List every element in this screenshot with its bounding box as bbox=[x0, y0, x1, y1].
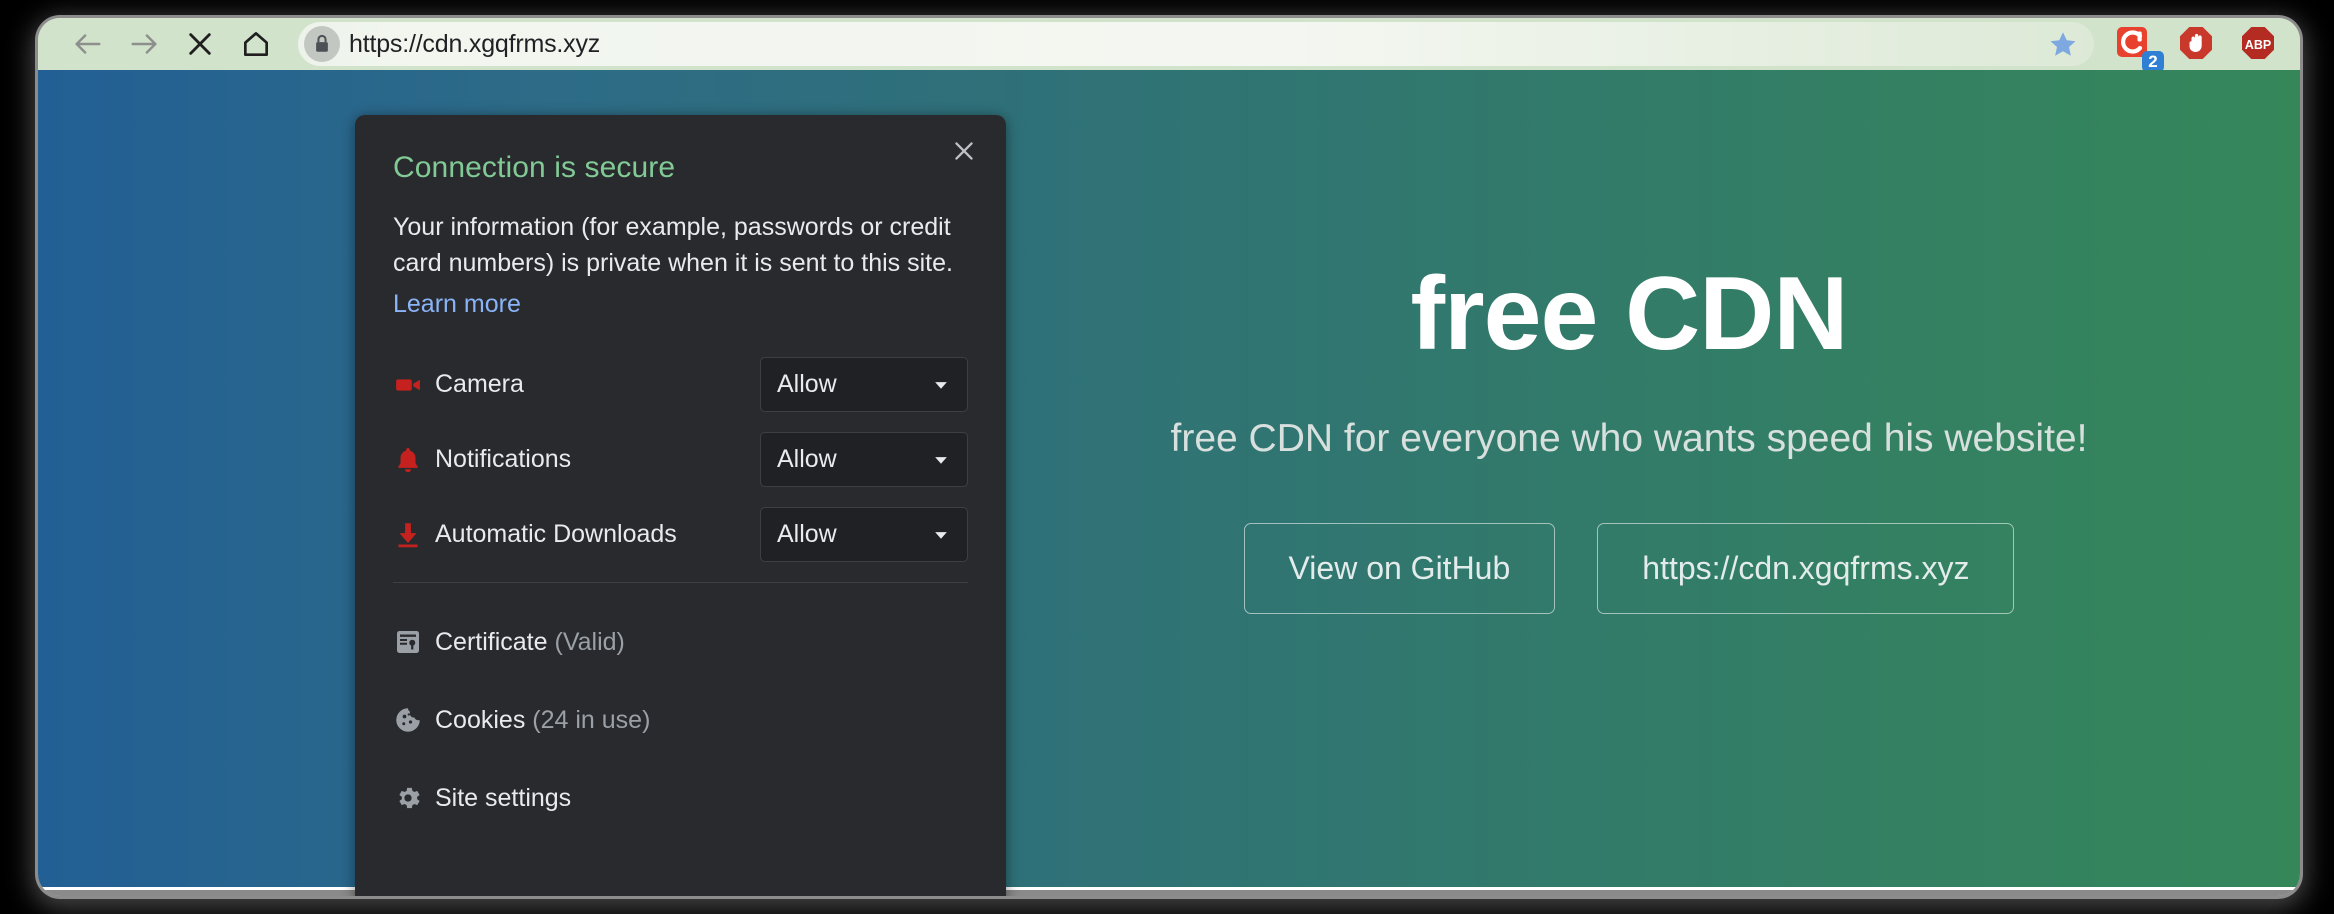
permission-value: Allow bbox=[777, 370, 837, 398]
view-on-github-button[interactable]: View on GitHub bbox=[1243, 523, 1556, 615]
permission-row-automatic-downloads: Automatic Downloads Allow bbox=[393, 507, 968, 562]
camera-icon bbox=[396, 378, 420, 391]
certificate-label-text: Certificate bbox=[435, 627, 548, 656]
certificate-icon-wrap bbox=[393, 627, 435, 657]
lock-icon bbox=[316, 34, 328, 52]
download-icon bbox=[398, 522, 418, 547]
adblock-plus-icon: ABP bbox=[2242, 27, 2274, 59]
screenshot-root: https://cdn.xgqfrms.xyz 2 ABP free CDN f… bbox=[0, 0, 2334, 914]
camera-icon-wrap bbox=[393, 370, 435, 400]
cookies-label-text: Cookies bbox=[435, 705, 526, 734]
permission-value: Allow bbox=[777, 445, 837, 473]
permission-label: Notifications bbox=[435, 445, 572, 473]
url-text: https://cdn.xgqfrms.xyz bbox=[349, 29, 601, 58]
bookmark-star-button[interactable] bbox=[2048, 29, 2078, 59]
gear-icon bbox=[399, 787, 420, 809]
ublock-origin-button[interactable] bbox=[2176, 24, 2216, 64]
arrow-right-icon bbox=[131, 34, 157, 54]
bell-icon-wrap bbox=[393, 445, 435, 475]
cookie-icon-wrap bbox=[393, 705, 435, 735]
cookie-icon bbox=[396, 708, 420, 732]
popup-close-button[interactable] bbox=[942, 129, 986, 173]
permission-select-camera[interactable]: Allow bbox=[760, 357, 968, 412]
popup-description: Your information (for example, passwords… bbox=[393, 213, 953, 277]
close-x-icon bbox=[189, 33, 211, 55]
cookies-row[interactable]: Cookies (24 in use) bbox=[393, 681, 968, 759]
extension-badge-count: 2 bbox=[2142, 51, 2164, 72]
bell-icon bbox=[398, 447, 418, 472]
certificate-row[interactable]: Certificate (Valid) bbox=[393, 603, 968, 681]
permission-select-automatic-downloads[interactable]: Allow bbox=[760, 507, 968, 562]
cookies-label: Cookies (24 in use) bbox=[435, 706, 650, 735]
popup-actions: Certificate (Valid) Cookies (24 in use) … bbox=[355, 583, 1006, 837]
stop-loading-button[interactable] bbox=[172, 18, 228, 70]
browser-window: https://cdn.xgqfrms.xyz 2 ABP free CDN f… bbox=[38, 18, 2300, 896]
arrow-left-icon bbox=[75, 34, 101, 54]
site-settings-row[interactable]: Site settings bbox=[393, 759, 968, 837]
permission-label: Camera bbox=[435, 370, 524, 398]
browser-toolbar: https://cdn.xgqfrms.xyz 2 ABP bbox=[38, 18, 2300, 72]
navigation-buttons bbox=[38, 18, 284, 70]
close-icon bbox=[955, 142, 973, 160]
site-info-button[interactable] bbox=[304, 26, 340, 62]
home-icon bbox=[244, 32, 268, 56]
gear-icon-wrap bbox=[393, 783, 435, 813]
extensions-area: 2 ABP bbox=[2114, 24, 2300, 72]
site-settings-label: Site settings bbox=[435, 783, 572, 812]
svg-text:ABP: ABP bbox=[2245, 38, 2271, 52]
certificate-status: (Valid) bbox=[554, 627, 625, 656]
permissions-list: Camera Allow Notifications Allow Automat… bbox=[393, 357, 968, 562]
back-button[interactable] bbox=[60, 18, 116, 70]
ublock-shield-hand-icon bbox=[2180, 27, 2212, 59]
permission-select-notifications[interactable]: Allow bbox=[760, 432, 968, 487]
forward-button[interactable] bbox=[116, 18, 172, 70]
site-url-button[interactable]: https://cdn.xgqfrms.xyz bbox=[1597, 523, 2015, 615]
adblock-plus-button[interactable]: ABP bbox=[2238, 24, 2278, 64]
permission-row-camera: Camera Allow bbox=[393, 357, 968, 412]
download-icon-wrap bbox=[393, 520, 435, 550]
permission-label: Automatic Downloads bbox=[435, 520, 677, 548]
home-button[interactable] bbox=[228, 18, 284, 70]
chevron-down-icon bbox=[935, 456, 947, 464]
learn-more-link[interactable]: Learn more bbox=[393, 290, 521, 319]
certificate-icon bbox=[397, 631, 419, 653]
clipboard-extension-button[interactable]: 2 bbox=[2114, 24, 2164, 72]
popup-title: Connection is secure bbox=[393, 151, 676, 184]
site-information-popup: Connection is secure Your information (f… bbox=[355, 115, 1006, 896]
cookies-count: (24 in use) bbox=[532, 705, 651, 734]
certificate-label: Certificate (Valid) bbox=[435, 628, 625, 657]
address-bar[interactable]: https://cdn.xgqfrms.xyz bbox=[298, 22, 2094, 66]
star-icon bbox=[2050, 32, 2076, 56]
permission-row-notifications: Notifications Allow bbox=[393, 432, 968, 487]
permission-value: Allow bbox=[777, 520, 837, 548]
chevron-down-icon bbox=[935, 531, 947, 539]
popup-body: Connection is secure Your information (f… bbox=[355, 115, 1006, 583]
chevron-down-icon bbox=[935, 381, 947, 389]
